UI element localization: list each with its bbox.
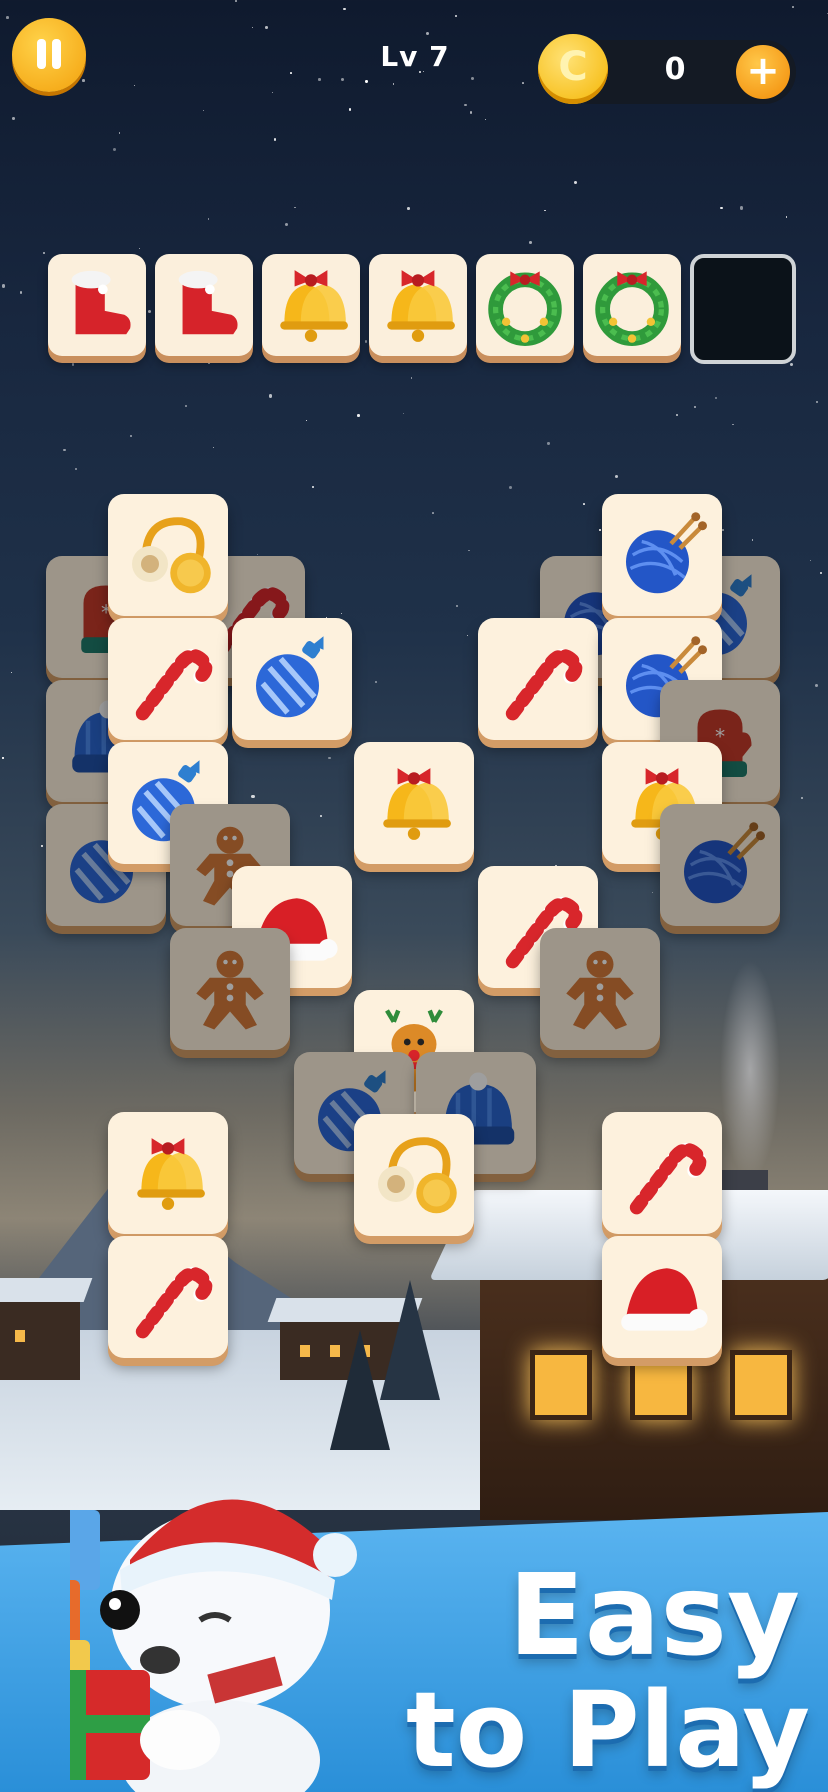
earmuffs-icon [354,1114,474,1236]
tray-slot-empty [690,254,796,364]
level-label: Lv 7 [380,40,450,73]
coin-icon: C [538,34,608,104]
candy-cane-icon [602,1112,722,1234]
add-coins-button[interactable]: + [736,45,790,99]
board-tile[interactable] [602,1236,722,1358]
gingerbread-icon [540,928,660,1050]
bell-icon [262,254,360,356]
santa-hat-icon [602,1236,722,1358]
pine-tree [330,1330,390,1450]
window-light [300,1345,310,1357]
earmuffs-icon [108,494,228,616]
board-tile[interactable] [354,1114,474,1236]
promo-line-1: Easy [508,1551,800,1681]
board-tile [660,804,780,926]
board-tile[interactable] [108,494,228,616]
polar-bear-mascot [70,1499,357,1792]
tray-slot [155,254,253,356]
candy-cane-icon [478,618,598,740]
tray-slot [48,254,146,356]
board-tile[interactable] [602,1112,722,1234]
bell-icon [354,742,474,864]
pause-icon [37,39,46,69]
boot-icon [155,254,253,356]
wreath-icon [476,254,574,356]
promo-line-2: to Play [405,1669,810,1791]
tray-slot [262,254,360,356]
board-tile[interactable] [232,618,352,740]
board-tile[interactable] [108,1236,228,1358]
yarn-icon [602,494,722,616]
board-tile[interactable] [354,742,474,864]
board-tile[interactable] [602,494,722,616]
board-tile [540,928,660,1050]
board-tile [170,928,290,1050]
candy-cane-icon [108,618,228,740]
coin-count: 0 [664,52,686,87]
ornament-icon [232,618,352,740]
chimney-smoke [720,960,780,1180]
tray-slot [369,254,467,356]
board-tile[interactable] [108,618,228,740]
boot-icon [48,254,146,356]
board-tile[interactable] [108,1112,228,1234]
bell-icon [369,254,467,356]
gingerbread-icon [170,928,290,1050]
wreath-icon [583,254,681,356]
promo-text: Easy to Play [390,1560,810,1782]
bell-icon [108,1112,228,1234]
yarn-icon [660,804,780,926]
window-light [15,1330,25,1342]
pause-button[interactable] [12,18,86,92]
candy-cane-icon [108,1236,228,1358]
board-tile[interactable] [478,618,598,740]
village-house [0,1300,80,1380]
tray-slot [583,254,681,356]
tray-slot [476,254,574,356]
